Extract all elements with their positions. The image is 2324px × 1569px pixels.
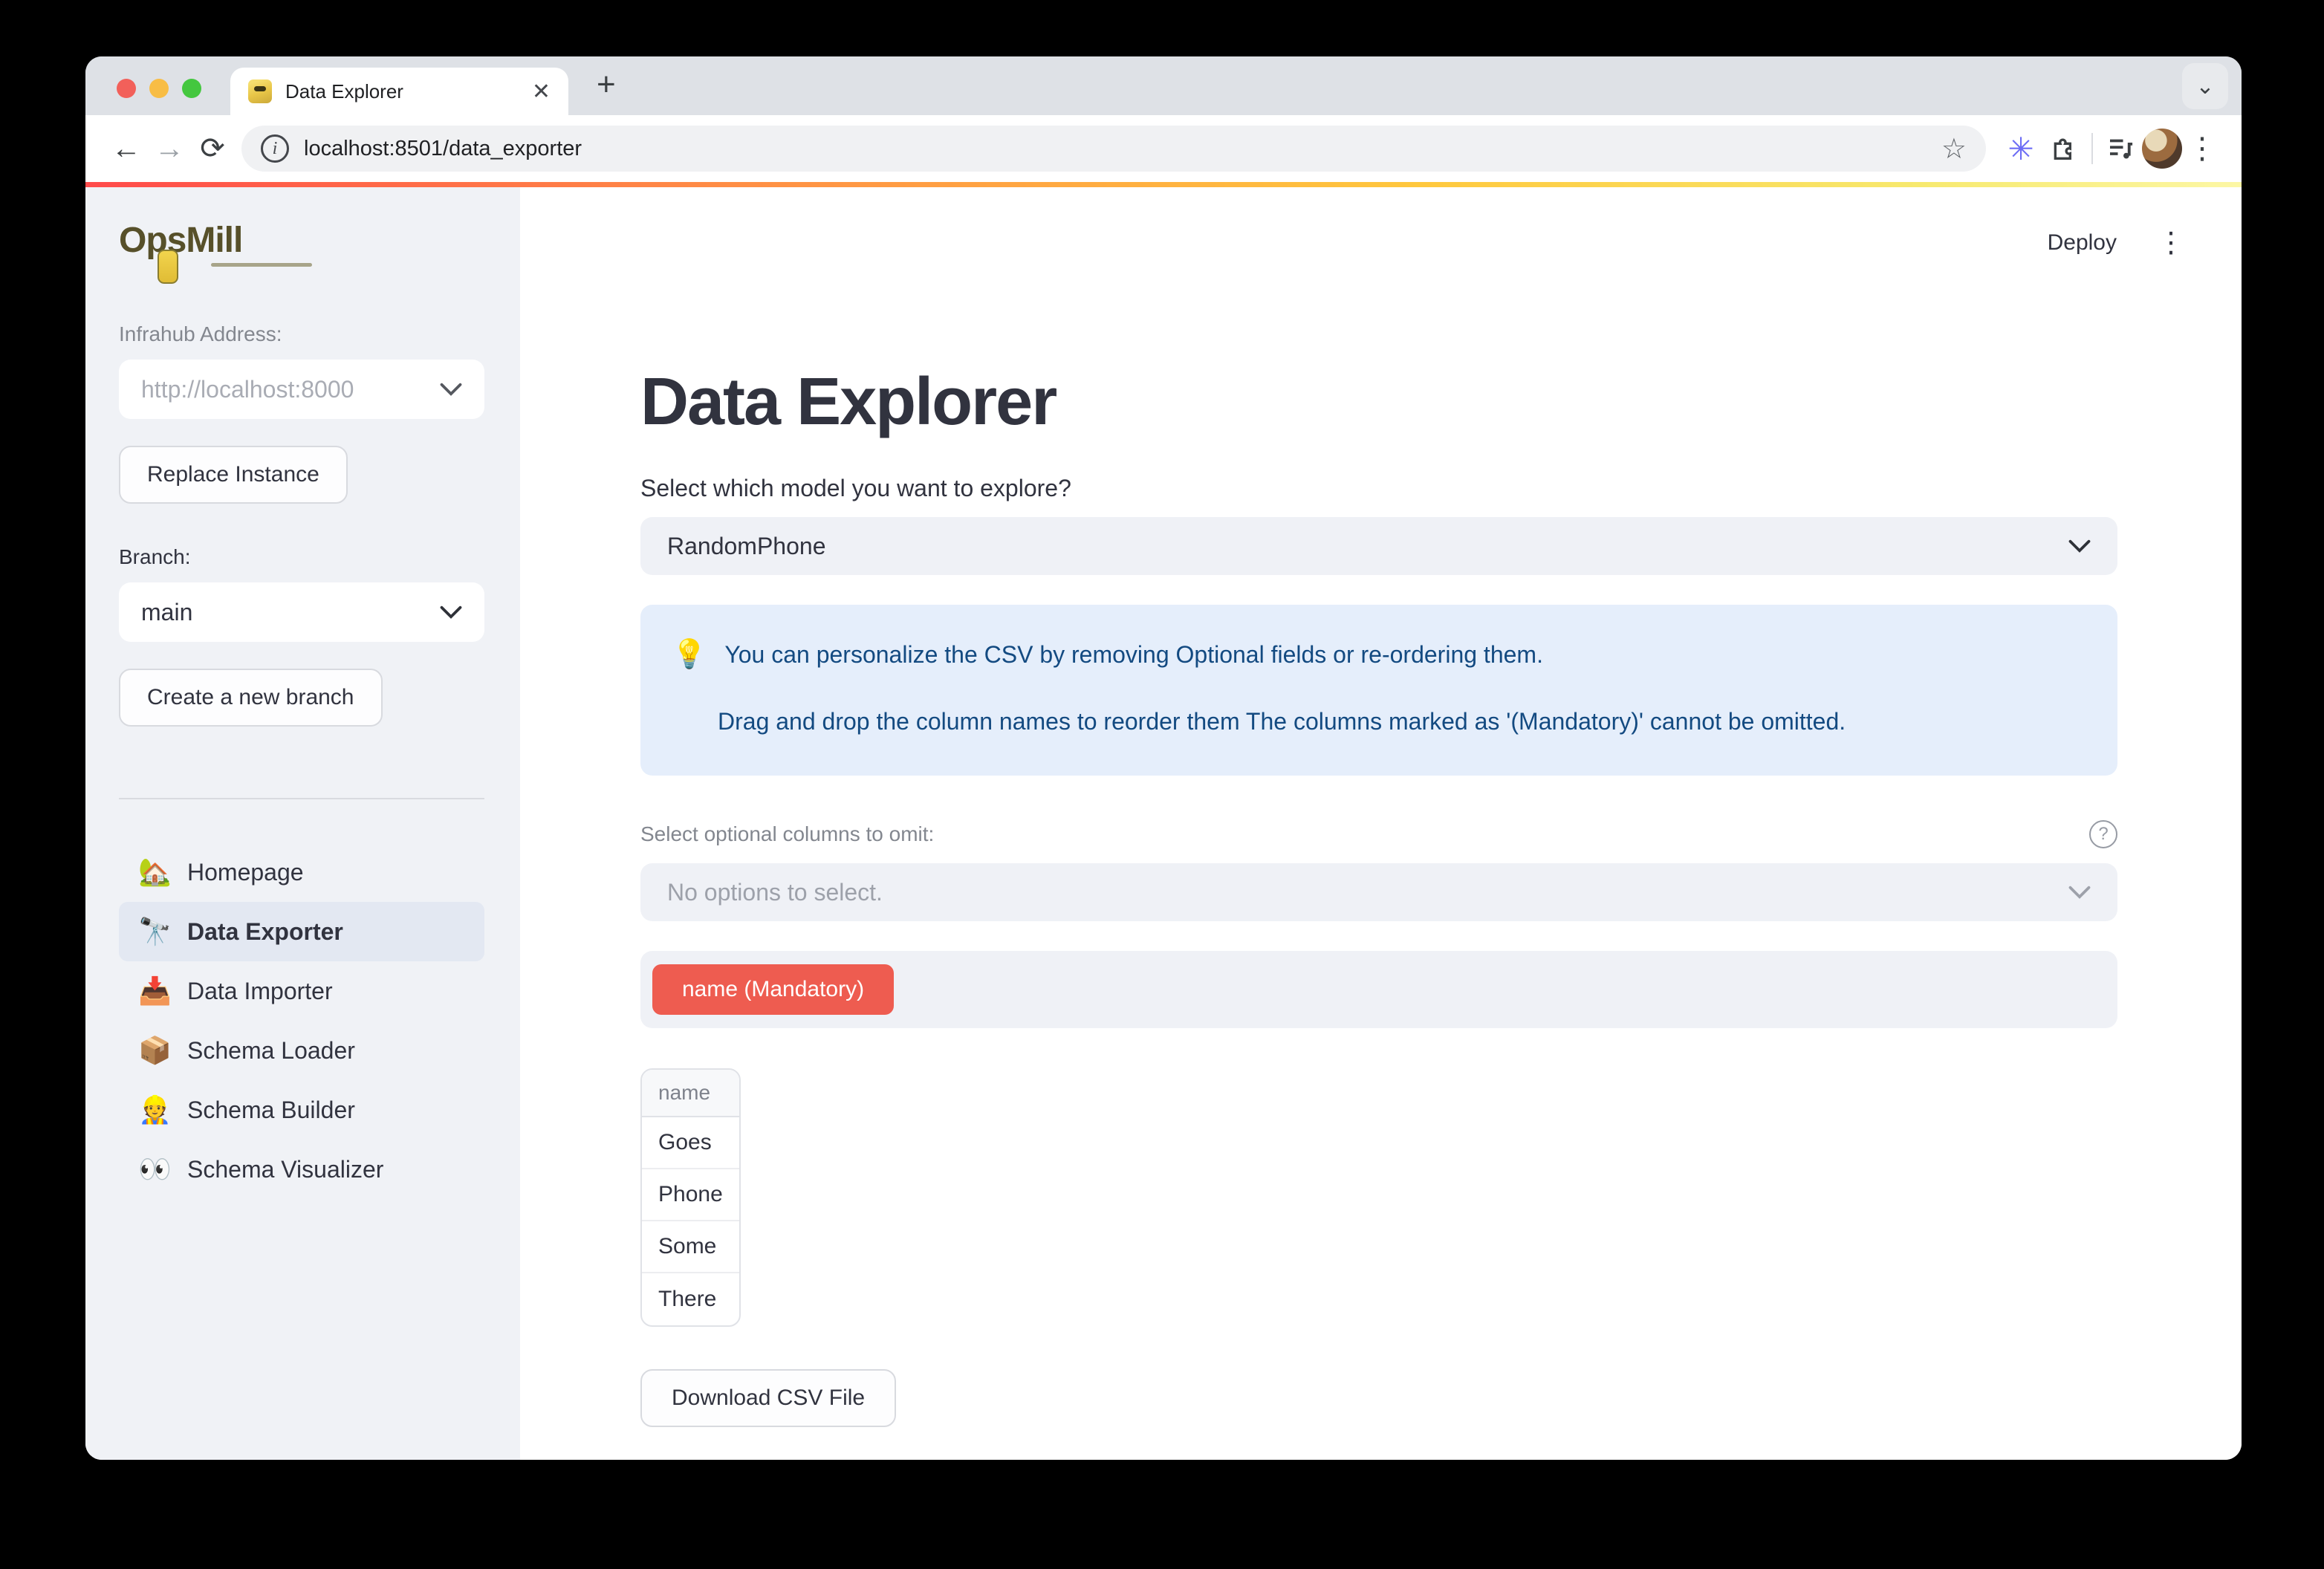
sidebar-item-data-importer[interactable]: 📥 Data Importer [119,961,484,1021]
sidebar: OpsMill Infrahub Address: http://localho… [85,187,520,1460]
toolbar-separator [2091,133,2093,164]
sidebar-item-label: Data Exporter [187,918,343,946]
close-window-button[interactable] [117,79,136,98]
page-content: Data Explorer Select which model you wan… [640,187,2117,1427]
media-controls-icon[interactable] [2099,133,2142,164]
infrahub-address-label: Infrahub Address: [119,322,484,346]
package-icon: 📦 [138,1035,171,1066]
download-csv-button[interactable]: Download CSV File [640,1369,896,1427]
opsmill-favicon [248,79,272,103]
create-branch-button[interactable]: Create a new branch [119,669,383,727]
model-select-label: Select which model you want to explore? [640,475,2117,502]
sidebar-item-data-exporter[interactable]: 🔭 Data Exporter [119,902,484,961]
chevron-down-icon: ⌄ [2195,74,2214,100]
help-icon[interactable]: ? [2089,820,2117,848]
main-area: Deploy ⋮ Data Explorer Select which mode… [520,187,2242,1460]
forward-button[interactable]: → [148,127,191,170]
browser-menu-icon[interactable]: ⋮ [2182,131,2222,166]
model-select-value: RandomPhone [667,533,2060,560]
claude-extension-icon[interactable]: ✳ [1999,131,2042,167]
browser-toolbar: ← → ⟳ i localhost:8501/data_exporter ☆ ✳ [85,115,2242,182]
chevron-down-icon [440,605,462,619]
preview-table: name Goes Phone Some There [640,1068,741,1327]
omit-columns-multiselect[interactable]: No options to select. [640,863,2117,921]
address-bar[interactable]: i localhost:8501/data_exporter ☆ [241,126,1986,172]
sidebar-item-label: Data Importer [187,978,333,1005]
minimize-window-button[interactable] [149,79,169,98]
eyes-icon: 👀 [138,1154,171,1185]
mandatory-column-pill[interactable]: name (Mandatory) [652,964,894,1015]
telescope-icon: 🔭 [138,916,171,947]
table-row: There [642,1273,739,1325]
table-row: Phone [642,1169,739,1221]
sidebar-item-label: Schema Visualizer [187,1156,383,1183]
opsmill-mascot-icon [158,250,178,284]
inbox-tray-icon: 📥 [138,975,171,1007]
macos-traffic-lights [117,79,201,98]
branch-value: main [141,599,431,626]
info-text-line1: You can personalize the CSV by removing … [724,639,1543,670]
streamlit-app: OpsMill Infrahub Address: http://localho… [85,187,2242,1460]
sidebar-divider [119,798,484,799]
sidebar-item-label: Schema Loader [187,1037,355,1065]
opsmill-logo-text: OpsMill [119,221,242,260]
table-row: Goes [642,1117,739,1169]
omit-label-row: Select optional columns to omit: ? [640,820,2117,848]
streamlit-header: Deploy ⋮ [2048,226,2185,259]
table-row: Some [642,1221,739,1273]
sidebar-item-schema-builder[interactable]: 👷 Schema Builder [119,1080,484,1140]
omit-columns-placeholder: No options to select. [667,879,2060,906]
browser-tab[interactable]: Data Explorer ✕ [230,68,568,115]
bookmark-star-icon[interactable]: ☆ [1941,132,1967,166]
house-icon: 🏡 [138,857,171,888]
maximize-window-button[interactable] [182,79,201,98]
browser-window: Data Explorer ✕ + ⌄ ← → ⟳ i localhost:85… [85,56,2242,1460]
back-button[interactable]: ← [105,127,148,170]
profile-avatar[interactable] [2142,129,2182,169]
infrahub-address-placeholder: http://localhost:8000 [141,376,431,403]
info-callout: 💡 You can personalize the CSV by removin… [640,605,2117,776]
replace-instance-button[interactable]: Replace Instance [119,446,348,504]
sidebar-item-schema-visualizer[interactable]: 👀 Schema Visualizer [119,1140,484,1199]
tab-title: Data Explorer [285,80,519,103]
deploy-button[interactable]: Deploy [2048,230,2117,256]
tab-strip: Data Explorer ✕ + ⌄ [85,56,2242,115]
sidebar-item-label: Schema Builder [187,1097,355,1124]
column-order-container: name (Mandatory) [640,951,2117,1028]
sidebar-item-homepage[interactable]: 🏡 Homepage [119,842,484,902]
site-info-icon[interactable]: i [261,134,289,163]
chevron-down-icon [2068,886,2091,899]
streamlit-decoration-bar [85,182,2242,187]
table-header-name: name [642,1070,739,1117]
sidebar-item-schema-loader[interactable]: 📦 Schema Loader [119,1021,484,1080]
page-title: Data Explorer [640,364,2117,441]
infrahub-address-input[interactable]: http://localhost:8000 [119,360,484,419]
sidebar-nav: 🏡 Homepage 🔭 Data Exporter 📥 Data Import… [119,842,484,1199]
reload-button[interactable]: ⟳ [191,127,234,170]
opsmill-logo: OpsMill [119,220,484,300]
sidebar-item-label: Homepage [187,859,304,886]
desktop-background: Data Explorer ✕ + ⌄ ← → ⟳ i localhost:85… [0,0,2324,1569]
model-select[interactable]: RandomPhone [640,517,2117,575]
light-bulb-icon: 💡 [672,639,707,670]
omit-columns-label: Select optional columns to omit: [640,822,934,846]
extensions-puzzle-icon[interactable] [2042,134,2086,163]
construction-worker-icon: 👷 [138,1094,171,1125]
tab-search-button[interactable]: ⌄ [2182,63,2228,109]
branch-label: Branch: [119,545,484,569]
chevron-down-icon [2068,539,2091,553]
new-tab-button[interactable]: + [597,68,616,101]
info-text-line2: Drag and drop the column names to reorde… [718,706,2086,737]
app-menu-icon[interactable]: ⋮ [2157,226,2185,259]
tab-close-icon[interactable]: ✕ [532,79,551,105]
branch-select[interactable]: main [119,582,484,642]
chevron-down-icon [440,383,462,396]
opsmill-tagline [211,263,312,267]
url-text[interactable]: localhost:8501/data_exporter [304,137,1927,161]
